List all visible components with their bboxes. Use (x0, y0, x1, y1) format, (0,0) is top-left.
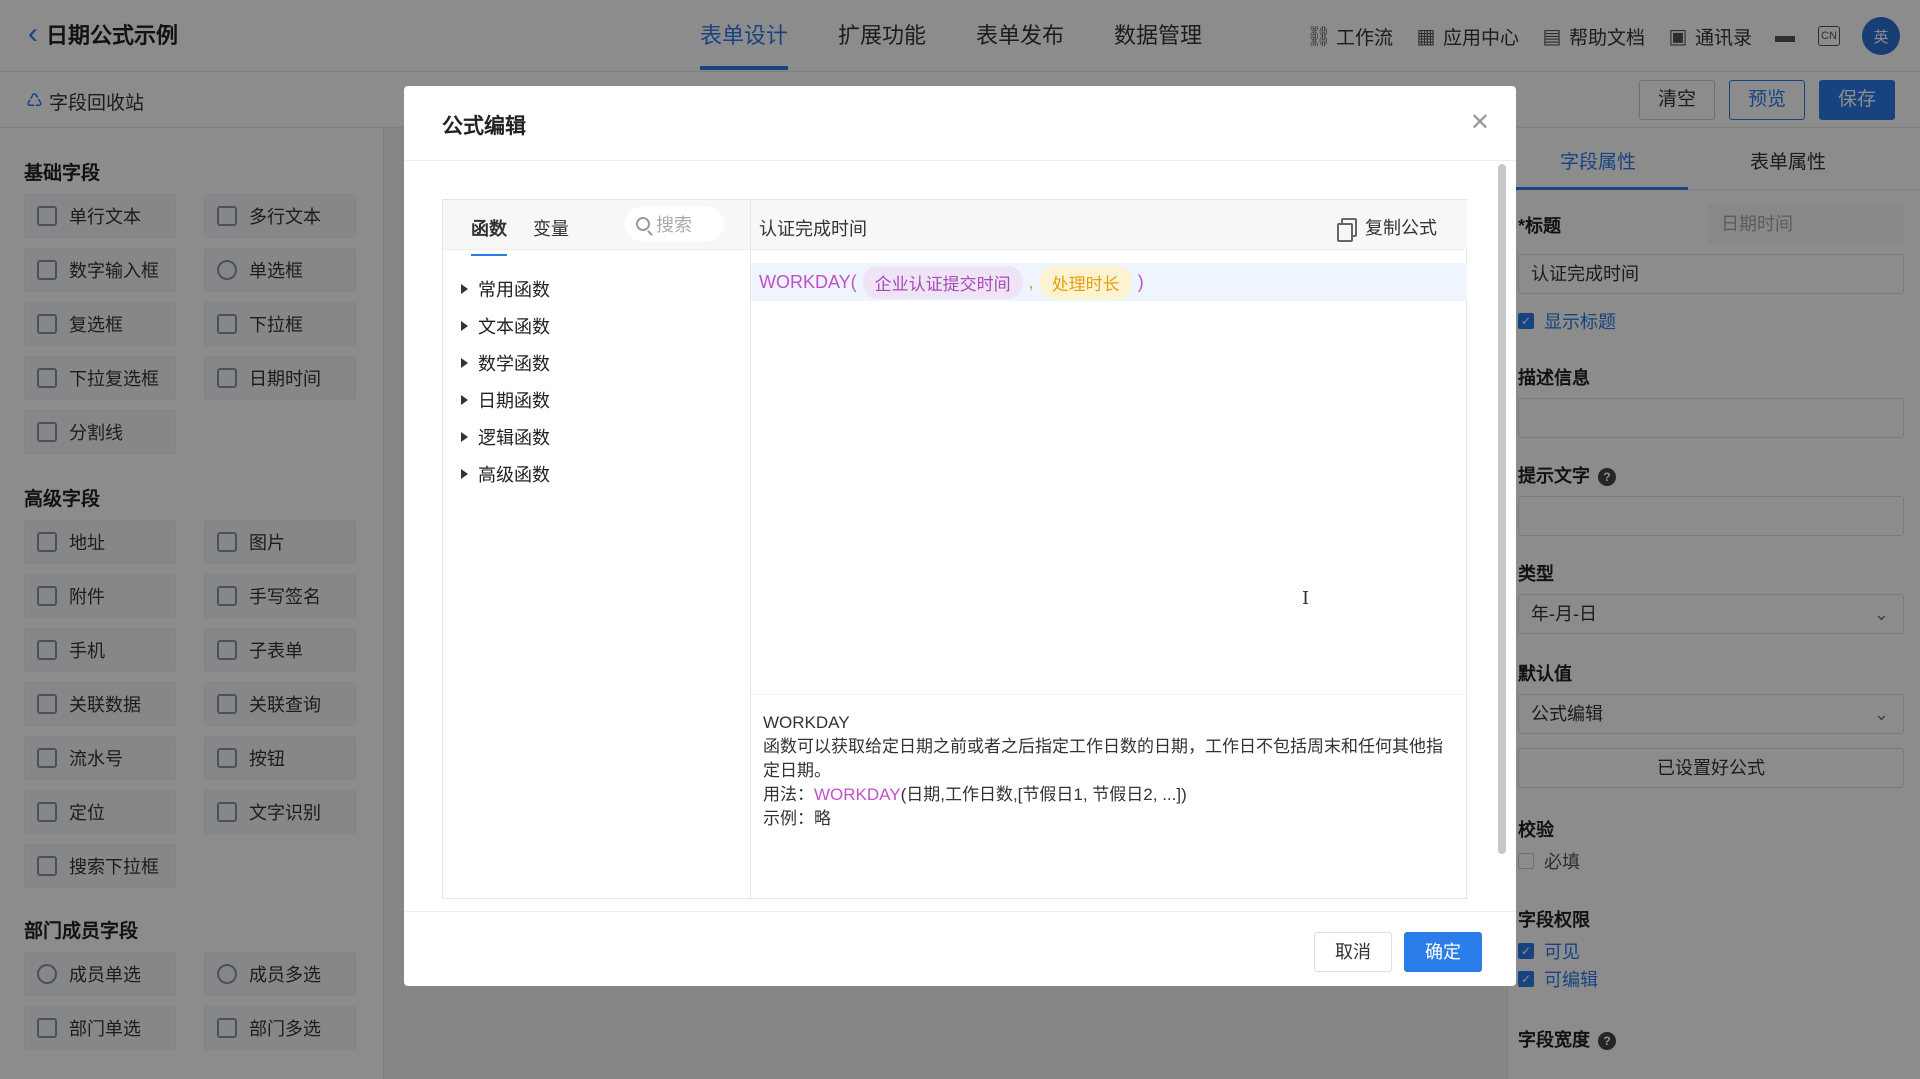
cancel-button[interactable]: 取消 (1314, 932, 1392, 972)
formula-input-area: 认证完成时间 复制公式 WORKDAY( 企业认证提交时间 , 处理时长 ) W… (751, 200, 1467, 900)
dialog-header: 公式编辑 ✕ (404, 86, 1516, 161)
function-browser: 函数 变量 搜索 常用函数 文本函数 数学函数 日期函数 逻辑函数 高级函数 (443, 200, 751, 900)
function-help: WORKDAY 函数可以获取给定日期之前或者之后指定工作日数的日期，工作日不包括… (751, 694, 1467, 900)
formula-editor-dialog: 公式编辑 ✕ 函数 变量 搜索 常用函数 文本函数 数学函数 日期函数 逻辑函数… (404, 86, 1516, 986)
formula-header: 认证完成时间 复制公式 (751, 200, 1467, 250)
formula-function: WORKDAY( (759, 271, 857, 292)
text-cursor-icon: I (1302, 588, 1310, 609)
function-group-date[interactable]: 日期函数 (461, 381, 550, 418)
caret-right-icon (461, 468, 468, 479)
caret-right-icon (461, 431, 468, 442)
formula-editor: 函数 变量 搜索 常用函数 文本函数 数学函数 日期函数 逻辑函数 高级函数 认… (442, 199, 1467, 900)
formula-separator: , (1028, 271, 1034, 292)
help-function-name: WORKDAY (763, 713, 850, 732)
copy-formula-button[interactable]: 复制公式 (1337, 214, 1437, 242)
copy-formula-label: 复制公式 (1365, 218, 1437, 238)
function-browser-header: 函数 变量 搜索 (443, 200, 750, 256)
help-description: 函数可以获取给定日期之前或者之后指定工作日数的日期，工作日不包括周末和任何其他指… (763, 737, 1443, 780)
group-label: 数学函数 (478, 353, 550, 374)
function-group-common[interactable]: 常用函数 (461, 270, 550, 307)
group-label: 高级函数 (478, 464, 550, 485)
usage-function: WORKDAY (814, 785, 901, 804)
usage-args: (日期,工作日数,[节假日1, 节假日2, ...]) (900, 785, 1187, 804)
function-group-math[interactable]: 数学函数 (461, 344, 550, 381)
caret-right-icon (461, 394, 468, 405)
confirm-button[interactable]: 确定 (1404, 932, 1482, 972)
function-group-logic[interactable]: 逻辑函数 (461, 418, 550, 455)
dialog-title: 公式编辑 (442, 115, 526, 138)
target-field-name: 认证完成时间 (759, 219, 867, 239)
caret-right-icon (461, 320, 468, 331)
search-placeholder: 搜索 (656, 215, 692, 235)
formula-close-paren: ) (1137, 271, 1144, 292)
search-icon (636, 217, 650, 231)
close-icon[interactable]: ✕ (1470, 108, 1490, 137)
function-group-text[interactable]: 文本函数 (461, 307, 550, 344)
caret-right-icon (461, 357, 468, 368)
function-group-list: 常用函数 文本函数 数学函数 日期函数 逻辑函数 高级函数 (461, 270, 550, 492)
help-example: 示例：略 (763, 809, 831, 828)
formula-code-line[interactable]: WORKDAY( 企业认证提交时间 , 处理时长 ) (751, 263, 1467, 301)
dialog-footer: 取消 确定 (404, 911, 1516, 986)
tab-functions[interactable]: 函数 (471, 215, 507, 256)
group-label: 日期函数 (478, 390, 550, 411)
function-search-input[interactable]: 搜索 (624, 207, 724, 241)
group-label: 文本函数 (478, 316, 550, 337)
tab-variables[interactable]: 变量 (533, 215, 569, 241)
group-label: 常用函数 (478, 279, 550, 300)
help-usage: 用法：WORKDAY(日期,工作日数,[节假日1, 节假日2, ...]) (763, 783, 1455, 807)
copy-icon (1337, 217, 1357, 242)
usage-prefix: 用法： (763, 785, 814, 804)
dialog-scrollbar[interactable] (1498, 164, 1506, 854)
group-label: 逻辑函数 (478, 427, 550, 448)
formula-variable-chip[interactable]: 处理时长 (1039, 265, 1132, 299)
formula-variable-chip[interactable]: 企业认证提交时间 (862, 265, 1023, 299)
caret-right-icon (461, 283, 468, 294)
function-group-advanced[interactable]: 高级函数 (461, 455, 550, 492)
